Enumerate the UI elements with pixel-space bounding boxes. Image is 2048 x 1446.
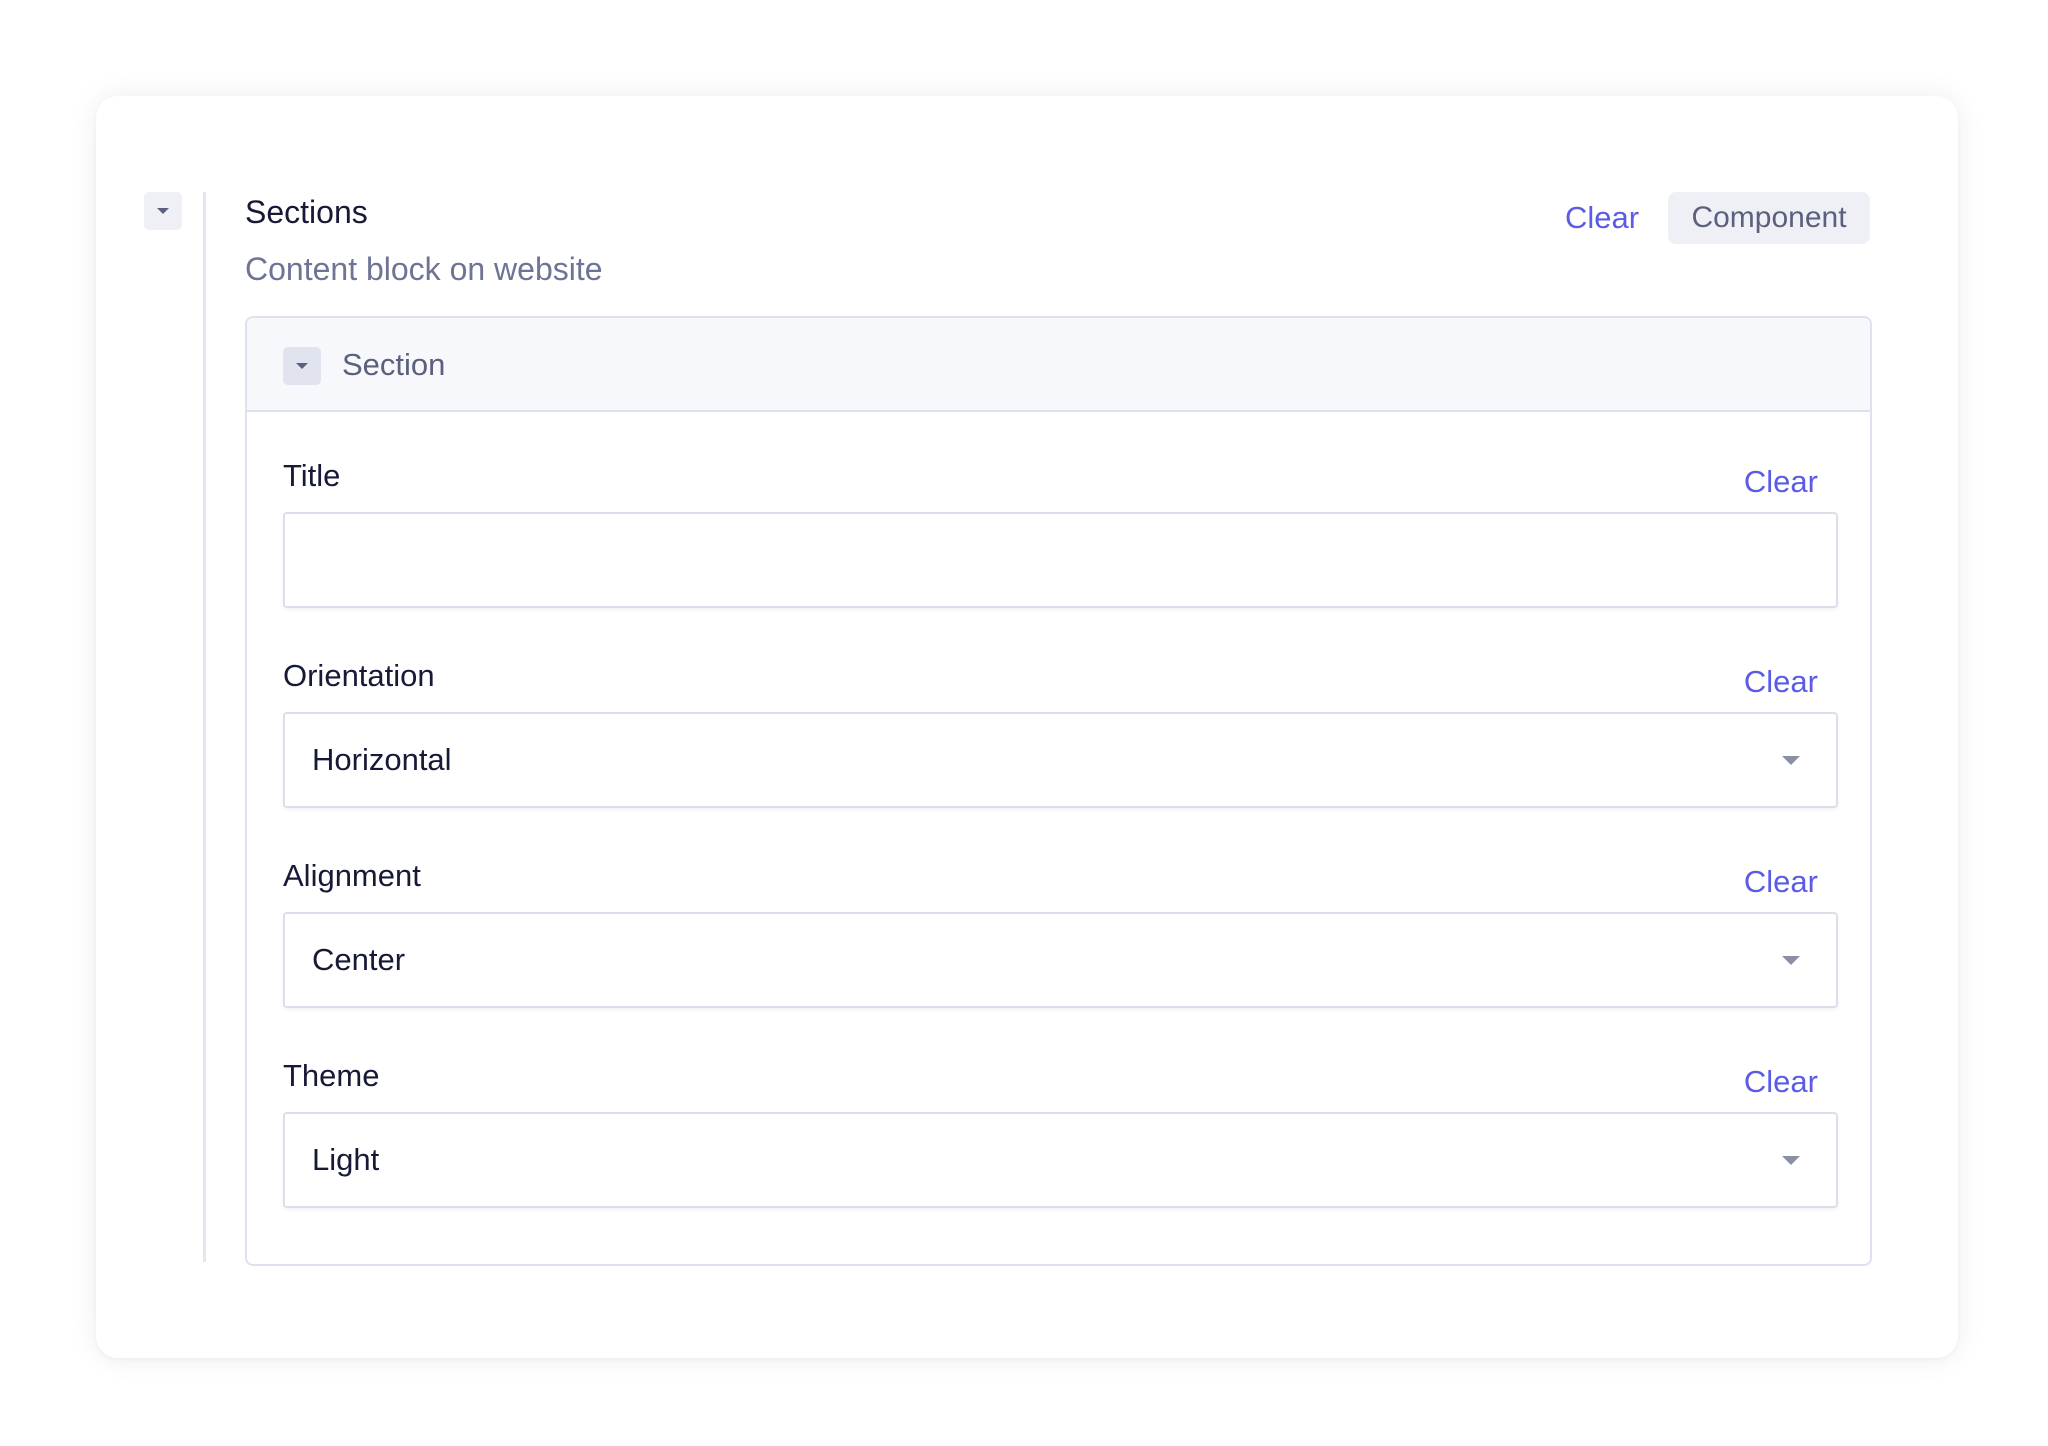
theme-select[interactable]: Light [283, 1112, 1838, 1208]
section-panel: Section Title Clear Orientation Clear Ho… [245, 316, 1872, 1266]
title-label: Title [283, 458, 341, 493]
title-clear-link[interactable]: Clear [1744, 462, 1818, 502]
nesting-line [203, 192, 206, 1262]
title-input[interactable] [285, 514, 1836, 606]
caret-down-icon [296, 363, 308, 369]
chevron-down-icon [1782, 1156, 1800, 1165]
theme-selected-value: Light [312, 1142, 380, 1177]
sections-clear-link[interactable]: Clear [1565, 198, 1639, 238]
sections-description: Content block on website [245, 251, 603, 287]
chevron-down-icon [1782, 956, 1800, 965]
orientation-selected-value: Horizontal [312, 742, 452, 777]
section-collapse-toggle[interactable] [283, 347, 321, 385]
orientation-label: Orientation [283, 658, 435, 693]
caret-down-icon [157, 208, 169, 214]
theme-label: Theme [283, 1058, 380, 1093]
alignment-label: Alignment [283, 858, 421, 893]
alignment-selected-value: Center [312, 942, 406, 977]
orientation-select[interactable]: Horizontal [283, 712, 1838, 808]
sections-collapse-toggle[interactable] [144, 192, 182, 230]
alignment-clear-link[interactable]: Clear [1744, 862, 1818, 902]
component-badge: Component [1668, 192, 1870, 244]
chevron-down-icon [1782, 756, 1800, 765]
section-panel-title: Section [342, 347, 446, 382]
theme-clear-link[interactable]: Clear [1744, 1062, 1818, 1102]
section-panel-header: Section [247, 318, 1870, 412]
alignment-select[interactable]: Center [283, 912, 1838, 1008]
sections-title: Sections [245, 194, 368, 230]
orientation-clear-link[interactable]: Clear [1744, 662, 1818, 702]
title-input-box [283, 512, 1838, 608]
